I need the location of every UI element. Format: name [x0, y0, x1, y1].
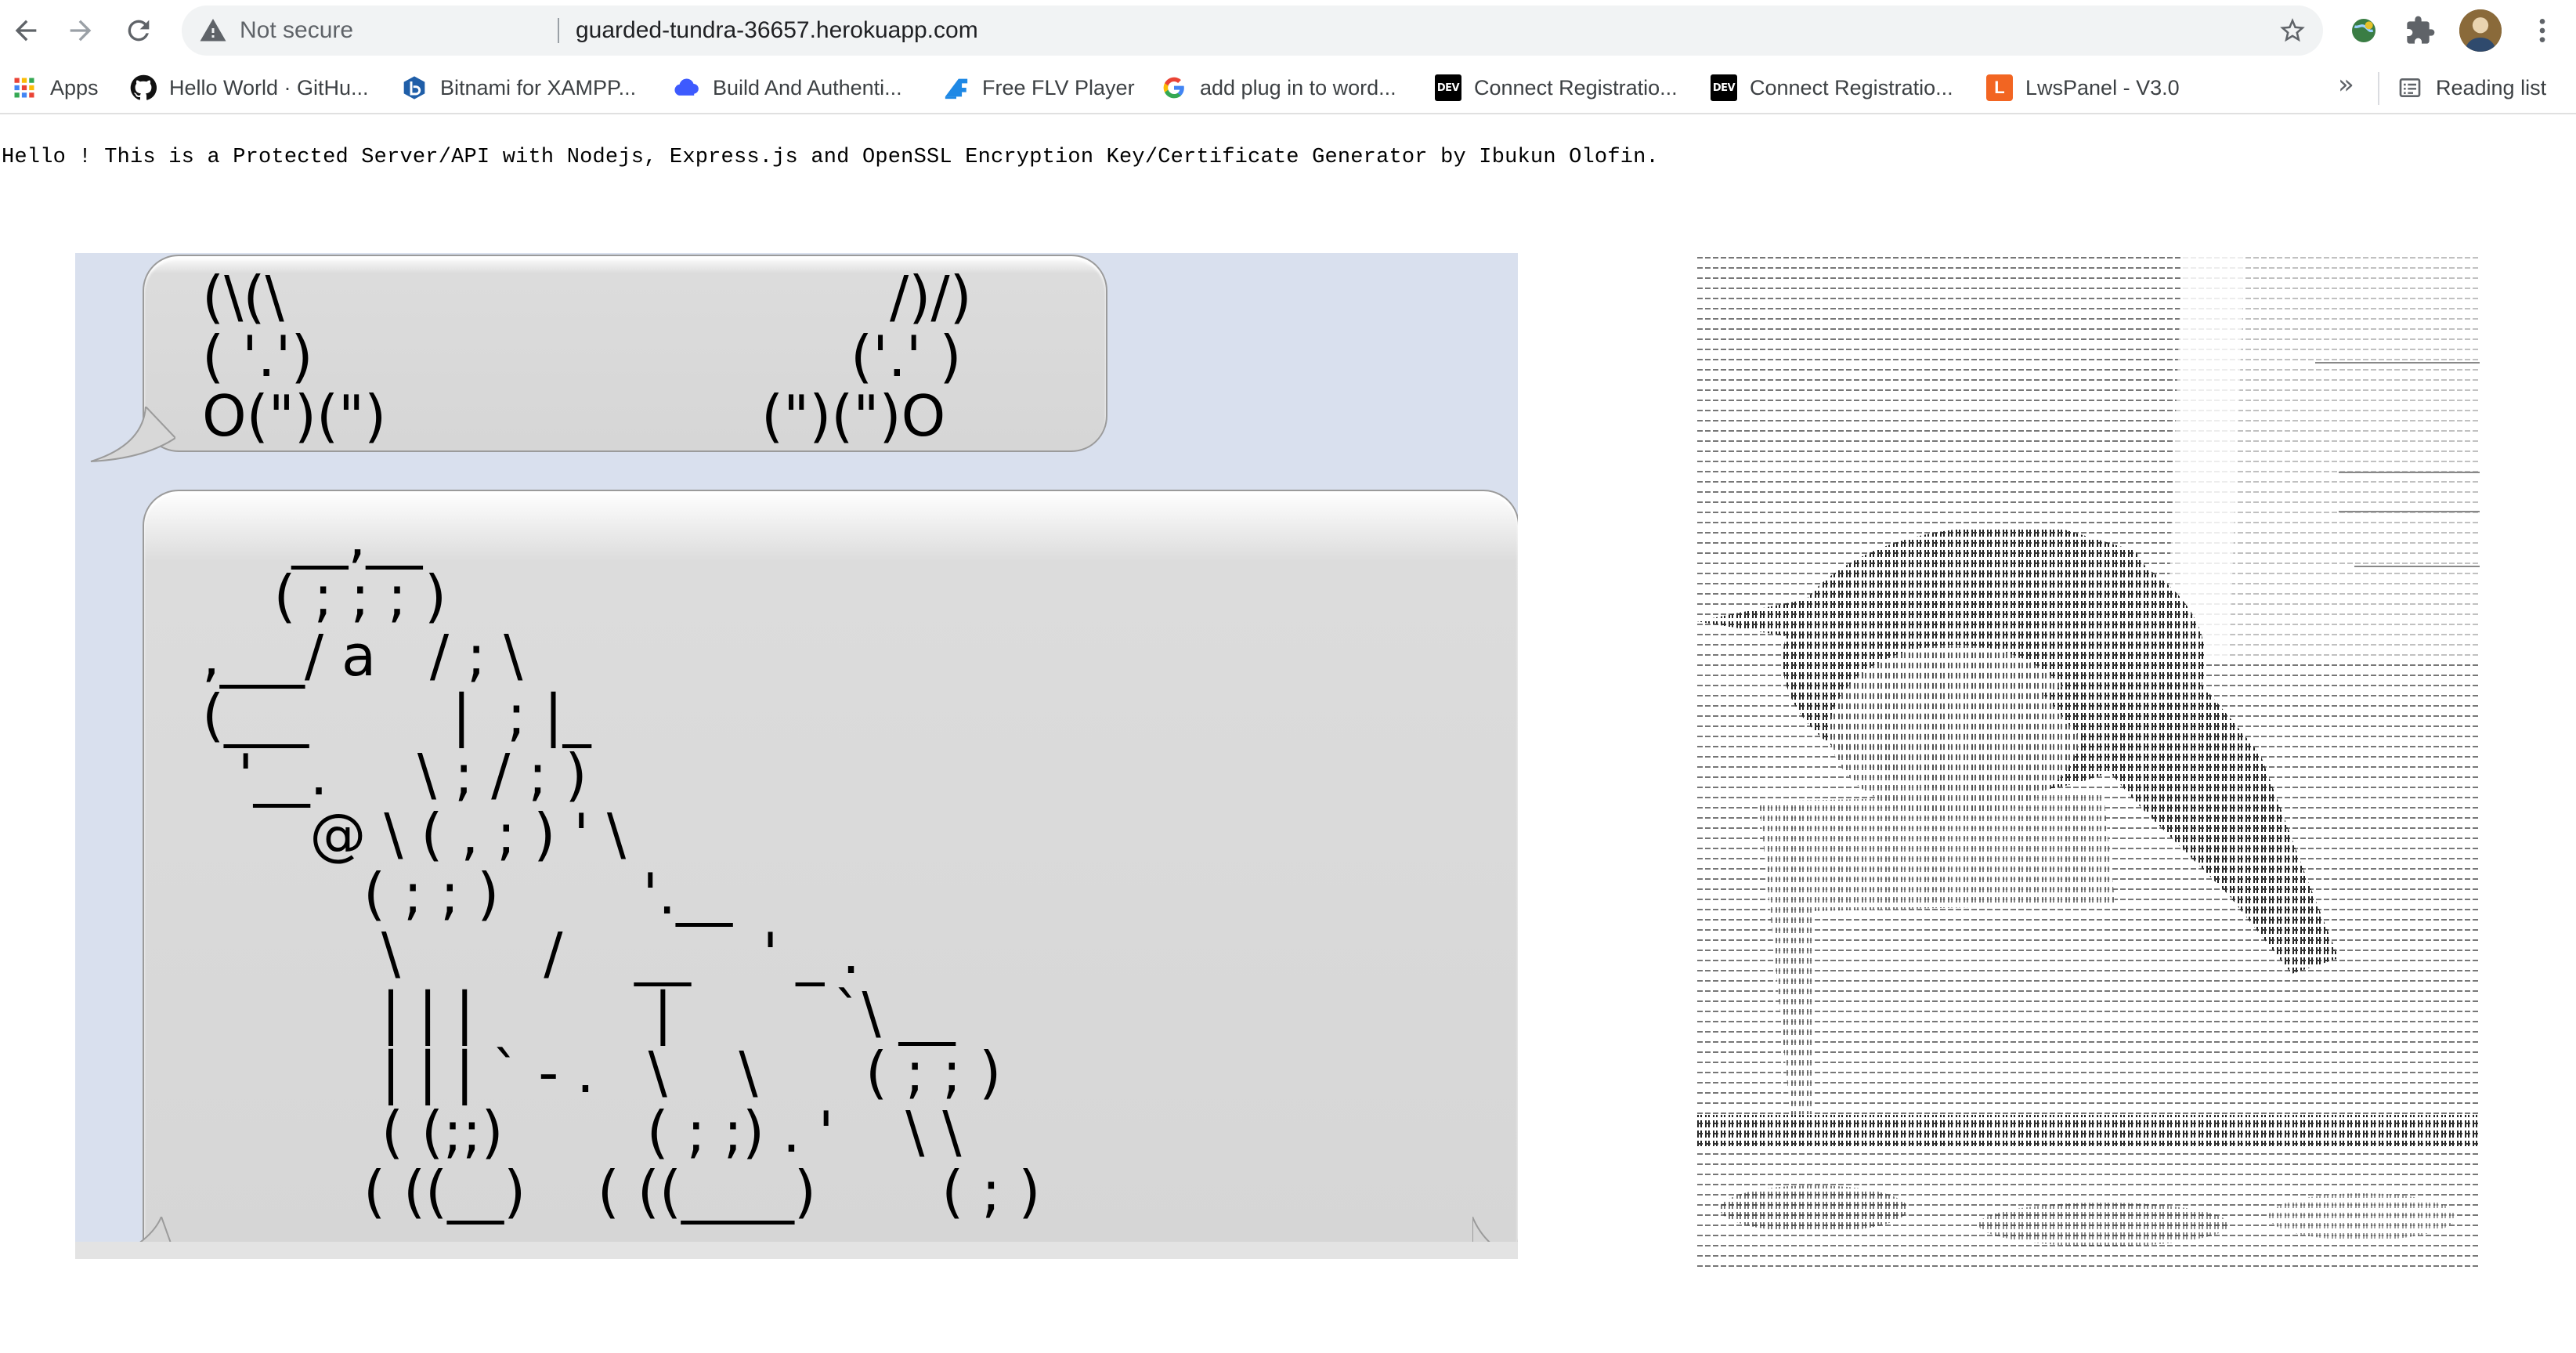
- cloud-icon: [674, 74, 700, 101]
- bookmark-connect-registration-2[interactable]: DEV Connect Registratio...: [1711, 69, 1953, 107]
- dog-line-2: ( ; ; ; ): [202, 563, 447, 629]
- bunny-right-line-3: (")(")O: [761, 383, 946, 449]
- dog-line-7: ( ; ; ) '.__: [202, 861, 733, 927]
- bookmark-label: Connect Registratio...: [1750, 75, 1953, 99]
- reading-list-icon: [2397, 74, 2423, 101]
- extension-globe-icon[interactable]: [2345, 12, 2383, 49]
- dog-line-4: (___ | ; |_: [202, 682, 591, 748]
- bookmark-add-plugin[interactable]: add plug in to word...: [1161, 69, 1396, 107]
- bookmarks-divider: [2378, 72, 2379, 105]
- security-label[interactable]: Not secure: [240, 5, 353, 56]
- url-text[interactable]: guarded-tundra-36657.herokuapp.com: [576, 5, 978, 56]
- dog-line-8: \ / __ ' _ .: [202, 921, 861, 986]
- star-icon[interactable]: [2278, 16, 2307, 45]
- dog-line-1: __,__: [202, 504, 423, 570]
- bookmarks-overflow-button[interactable]: »: [2338, 69, 2354, 100]
- warning-icon: [200, 19, 226, 42]
- bunny-left-line-3: O(")("): [202, 383, 387, 449]
- ascii-dog-image: (\(\ ( '.') O(")(") /)/) ('.' ) (")(")O …: [75, 253, 1518, 1259]
- google-icon: [1161, 74, 1187, 101]
- reload-button[interactable]: [116, 8, 161, 53]
- address-divider: [558, 18, 559, 43]
- bubble-tail-top: [90, 407, 175, 462]
- bookmark-build-auth[interactable]: Build And Authenti...: [674, 69, 902, 107]
- ascii-portrait-image: [1696, 253, 2480, 1272]
- dog-line-5: '__. \ ; / ; ): [202, 742, 587, 808]
- bookmarks-bar: Apps Hello World · GitHu... Bitnami for …: [0, 61, 2576, 114]
- browser-toolbar: Not secure guarded-tundra-36657.herokuap…: [0, 0, 2576, 61]
- bunny-left-line-1: (\(\: [202, 264, 284, 330]
- bookmark-connect-registration-1[interactable]: DEV Connect Registratio...: [1435, 69, 1678, 107]
- avatar[interactable]: [2459, 9, 2502, 52]
- bookmark-bitnami[interactable]: Bitnami for XAMPP...: [401, 69, 636, 107]
- puzzle-icon[interactable]: [2401, 12, 2439, 49]
- lws-icon: L: [1986, 74, 2013, 101]
- bunny-left-line-2: ( '.'): [202, 324, 313, 389]
- reading-list-button[interactable]: Reading list: [2397, 69, 2546, 107]
- dog-line-6: @ \ ( , ; ) ' \: [202, 801, 627, 867]
- bookmark-label: Apps: [50, 75, 99, 99]
- bitnami-icon: [401, 74, 428, 101]
- bookmark-label: Build And Authenti...: [713, 75, 902, 99]
- bookmark-apps[interactable]: Apps: [11, 69, 99, 107]
- back-icon: [15, 20, 37, 42]
- bookmark-label: Connect Registratio...: [1474, 75, 1678, 99]
- dev-icon: DEV: [1435, 74, 1461, 101]
- dev-icon: DEV: [1711, 74, 1737, 101]
- bookmark-label: LwsPanel - V3.0: [2025, 75, 2180, 99]
- page-message: Hello ! This is a Protected Server/API w…: [2, 146, 1659, 169]
- bookmark-label: Hello World · GitHu...: [169, 75, 369, 99]
- back-button[interactable]: [3, 8, 49, 53]
- image-bottom-strip: [75, 1242, 1518, 1259]
- bookmark-label: Bitnami for XAMPP...: [440, 75, 637, 99]
- flv-icon: [943, 74, 970, 101]
- dog-line-9: | | | | `\ __: [202, 980, 956, 1046]
- bookmark-label: Free FLV Player: [982, 75, 1135, 99]
- dog-line-12: ( ((__) ( ((____) ( ; ): [202, 1159, 1041, 1225]
- menu-icon[interactable]: [2524, 12, 2561, 49]
- github-icon: [130, 74, 157, 101]
- bookmark-lwspanel[interactable]: L LwsPanel - V3.0: [1986, 69, 2180, 107]
- dog-line-3: ,___/ a / ; \: [202, 623, 523, 689]
- dog-line-10: | | | ` - . \ \ ( ; ; ): [202, 1040, 1002, 1105]
- dog-line-11: ( (;;) ( ; ;) . ' \ \: [202, 1099, 962, 1165]
- forward-icon: [70, 20, 92, 42]
- reload-icon: [128, 20, 150, 42]
- forward-button[interactable]: [58, 8, 103, 53]
- bunny-right-line-2: ('.' ): [851, 324, 962, 389]
- bookmark-flv-player[interactable]: Free FLV Player: [943, 69, 1135, 107]
- bookmark-label: add plug in to word...: [1200, 75, 1396, 99]
- bunny-right-line-1: /)/): [890, 264, 972, 330]
- address-bar[interactable]: Not secure guarded-tundra-36657.herokuap…: [182, 5, 2323, 56]
- apps-grid-icon: [11, 74, 38, 101]
- bookmark-github[interactable]: Hello World · GitHu...: [130, 69, 369, 107]
- reading-list-label: Reading list: [2436, 75, 2547, 99]
